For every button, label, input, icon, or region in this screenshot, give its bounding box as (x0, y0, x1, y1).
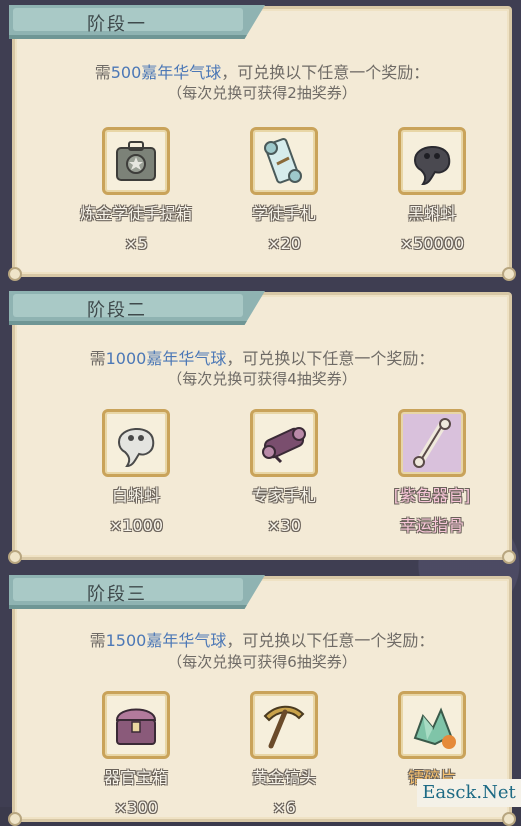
reward-name: 黑蝌蚪 (407, 204, 456, 223)
stage-note-1: （每次兑换可获得2抽奖券） (167, 84, 357, 102)
reward-item[interactable]: 炼金学徒手提箱 ×5 (61, 127, 211, 255)
treasure-chest-icon (102, 691, 170, 759)
reward-item[interactable]: 黄金镐头 ×6 (209, 691, 359, 819)
reward-item[interactable]: 白蝌蚪 ×1000 (61, 409, 211, 537)
stage-title-3: 阶段三 (87, 584, 147, 605)
stage-requirement-3: 需1500嘉年华气球，可兑换以下任意一个奖励： (89, 631, 435, 650)
reward-qty: 幸运指骨 (399, 516, 464, 535)
reward-item[interactable]: 黑蝌蚪 ×50000 (357, 127, 507, 255)
stage-note-2: （每次兑换可获得4抽奖券） (167, 370, 357, 388)
alchemy-case-icon (102, 127, 170, 195)
expert-scroll-icon (250, 409, 318, 477)
reward-qty: ×30 (267, 516, 301, 535)
reward-item[interactable]: 专家手札 ×30 (209, 409, 359, 537)
stage-panel-2: 阶段二 需1000嘉年华气球，可兑换以下任意一个奖励： （每次兑换可获得4抽奖券… (8, 291, 516, 564)
stage-banner-2: 阶段二 (9, 291, 265, 325)
reward-item[interactable]: 器官宝箱 ×300 (61, 691, 211, 819)
reward-name: 器官宝箱 (103, 768, 168, 787)
reward-item[interactable]: [紫色器官] 幸运指骨 (357, 409, 507, 537)
stage-banner-3: 阶段三 (9, 575, 265, 609)
reward-name: 学徒手札 (251, 204, 316, 223)
stage-requirement-1: 需500嘉年华气球，可兑换以下任意一个奖励： (94, 63, 430, 82)
finger-bone-icon (398, 409, 466, 477)
black-tadpole-icon (398, 127, 466, 195)
reward-name: 炼金学徒手提箱 (79, 204, 192, 223)
reward-qty: ×300 (114, 798, 158, 817)
reward-qty: ×50000 (399, 234, 465, 253)
site-watermark: Easck.Net (417, 779, 521, 807)
stage-banner-1: 阶段一 (9, 5, 265, 39)
stage-requirement-2: 需1000嘉年华气球，可兑换以下任意一个奖励： (89, 349, 435, 368)
white-tadpole-icon (102, 409, 170, 477)
reward-qty: ×1000 (108, 516, 164, 535)
reward-qty: ×6 (272, 798, 296, 817)
golden-pickaxe-icon (250, 691, 318, 759)
stage-note-3: （每次兑换可获得6抽奖券） (167, 653, 357, 671)
reward-name: 黄金镐头 (251, 768, 316, 787)
reward-name: [紫色器官] (393, 486, 471, 505)
reward-qty: ×20 (267, 234, 301, 253)
stage-panel-1: 阶段一 需500嘉年华气球，可兑换以下任意一个奖励： （每次兑换可获得2抽奖券）… (8, 5, 516, 281)
stage-title-2: 阶段二 (87, 300, 147, 321)
reward-item[interactable]: 学徒手札 ×20 (209, 127, 359, 255)
reward-name: 白蝌蚪 (111, 486, 160, 505)
reward-qty: ×5 (124, 234, 148, 253)
scroll-icon (250, 127, 318, 195)
radium-shard-icon (398, 691, 466, 759)
stage-title-1: 阶段一 (87, 14, 147, 35)
reward-name: 专家手札 (251, 486, 316, 505)
